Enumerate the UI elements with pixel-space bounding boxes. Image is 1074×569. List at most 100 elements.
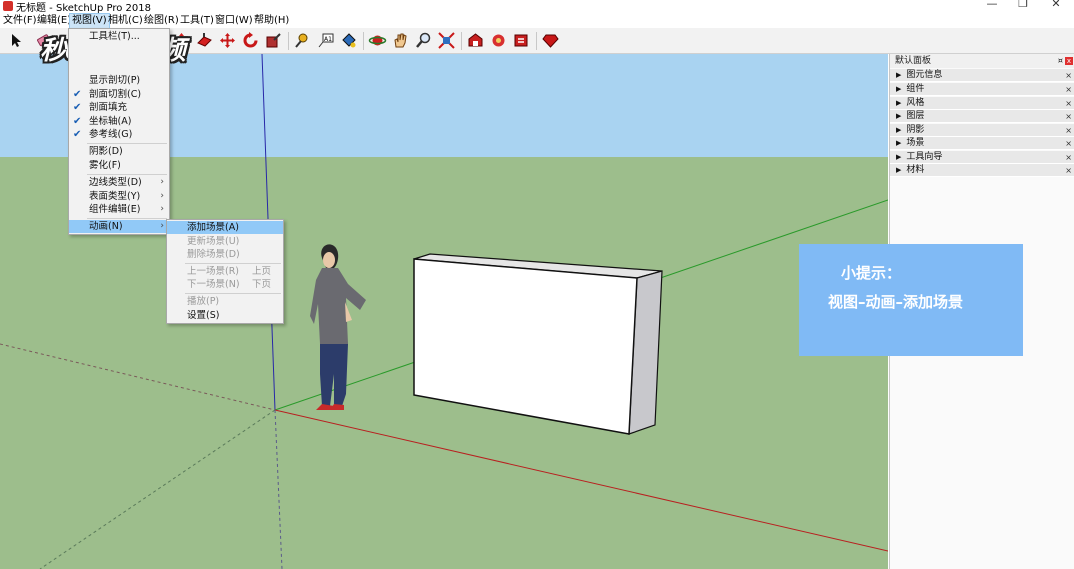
extension-warehouse-icon[interactable] xyxy=(512,31,531,50)
tray-panel-layers[interactable]: ▶ 图层 × xyxy=(890,110,1074,123)
check-icon: ✔ xyxy=(73,89,82,100)
menu-item-label: 边线类型(D) xyxy=(89,177,142,188)
menu-item-update-scene[interactable]: 更新场景(U) xyxy=(167,235,283,248)
menu-edit[interactable]: 编辑(E) xyxy=(35,14,73,28)
tray-panel-label: 图元信息 xyxy=(906,70,943,80)
menu-item-label: 上一场景(R) xyxy=(187,266,240,277)
panel-close-icon[interactable]: × xyxy=(1065,124,1072,137)
menu-item-label: 剖面切割(C) xyxy=(89,89,142,100)
menu-file[interactable]: 文件(F) xyxy=(1,14,39,28)
submenu-arrow-icon: › xyxy=(160,221,164,231)
zoom-tool-icon[interactable] xyxy=(414,31,433,50)
expand-arrow-icon: ▶ xyxy=(896,153,902,161)
select-tool-icon[interactable] xyxy=(6,31,25,50)
menu-separator xyxy=(87,143,167,144)
window-title: 无标题 - SketchUp Pro 2018 xyxy=(16,3,151,14)
menu-item-label: 更新场景(U) xyxy=(187,236,240,247)
tip-title: 小提示： xyxy=(841,264,902,282)
panel-close-icon[interactable]: × xyxy=(1065,97,1072,110)
panel-close-icon[interactable]: × xyxy=(1065,164,1072,177)
view-menu-dropdown: 工具栏(T)... 显示剖切(P) ✔ 剖面切割(C) ✔ 剖面填充 ✔ 坐标轴(A)… xyxy=(68,28,170,235)
menu-item-label: 设置(S) xyxy=(187,310,220,321)
panel-close-icon[interactable]: × xyxy=(1065,110,1072,123)
tray-panel-styles[interactable]: ▶ 风格 × xyxy=(890,97,1074,110)
menu-tools[interactable]: 工具(T) xyxy=(178,14,216,28)
check-icon: ✔ xyxy=(73,129,82,140)
title-bar: 无标题 - SketchUp Pro 2018 — ❐ ✕ xyxy=(0,0,1074,14)
warehouse-icon[interactable] xyxy=(466,31,485,50)
menu-item-shadows[interactable]: 阴影(D) xyxy=(69,145,169,158)
menu-item-edge-style[interactable]: 边线类型(D) › xyxy=(69,176,169,189)
expand-arrow-icon: ▶ xyxy=(896,166,902,174)
tray-panel-components[interactable]: ▶ 组件 × xyxy=(890,83,1074,96)
tray-title: 默认面板 xyxy=(895,56,932,66)
text-tool-icon[interactable]: A1 xyxy=(316,31,335,50)
submenu-arrow-icon: › xyxy=(160,204,164,214)
tray-panel-shadows[interactable]: ▶ 阴影 × xyxy=(890,124,1074,137)
toolbar-separator xyxy=(363,32,364,50)
pin-icon[interactable]: ¤ xyxy=(1058,54,1063,68)
menu-item-previous-scene[interactable]: 上一场景(R) 上页 xyxy=(167,265,283,278)
orbit-tool-icon[interactable] xyxy=(368,31,387,50)
check-icon: ✔ xyxy=(73,102,82,113)
tray-panel-label: 材料 xyxy=(906,165,925,175)
menu-item-label: 工具栏(T)... xyxy=(89,31,140,42)
menu-item-add-scene[interactable]: 添加场景(A) xyxy=(167,221,283,234)
menu-item-next-scene[interactable]: 下一场景(N) 下页 xyxy=(167,278,283,291)
scale-tool-icon[interactable] xyxy=(264,31,283,50)
menu-item-settings[interactable]: 设置(S) xyxy=(167,309,283,322)
move-arrows-icon[interactable] xyxy=(218,31,237,50)
tray-panel-entity-info[interactable]: ▶ 图元信息 × xyxy=(890,69,1074,82)
menu-separator xyxy=(185,263,281,264)
tray-close-icon[interactable]: x xyxy=(1065,57,1073,65)
tray-panel-scenes[interactable]: ▶ 场景 × xyxy=(890,137,1074,150)
toolbar-separator xyxy=(461,32,462,50)
menu-bar: 文件(F) 编辑(E) 视图(V) 相机(C) 绘图(R) 工具(T) 窗口(W… xyxy=(0,13,1074,29)
panel-close-icon[interactable]: × xyxy=(1065,137,1072,150)
expand-arrow-icon: ▶ xyxy=(896,71,902,79)
menu-view[interactable]: 视图(V) xyxy=(69,13,110,29)
pushpull-tool-icon[interactable] xyxy=(195,31,214,50)
menu-item-face-style[interactable]: 表面类型(Y) › xyxy=(69,190,169,203)
menu-item-delete-scene[interactable]: 删除场景(D) xyxy=(167,248,283,261)
menu-item-axes[interactable]: ✔ 坐标轴(A) xyxy=(69,115,169,128)
menu-item-play[interactable]: 播放(P) xyxy=(167,295,283,308)
menu-item-label: 动画(N) xyxy=(89,221,123,232)
share-model-icon[interactable] xyxy=(489,31,508,50)
rotate-tool-icon[interactable] xyxy=(241,31,260,50)
menu-draw[interactable]: 绘图(R) xyxy=(142,14,181,28)
menu-camera[interactable]: 相机(C) xyxy=(106,14,145,28)
zoom-extents-icon[interactable] xyxy=(437,31,456,50)
menu-item-section-planes[interactable]: 显示剖切(P) xyxy=(69,74,169,87)
menu-help[interactable]: 帮助(H) xyxy=(252,14,291,28)
menu-shortcut: 上页 xyxy=(251,266,271,277)
menu-separator xyxy=(87,174,167,175)
menu-item-label: 删除场景(D) xyxy=(187,249,240,260)
menu-item-label: 播放(P) xyxy=(187,296,220,307)
menu-item-label: 添加场景(A) xyxy=(187,222,239,233)
ruby-console-icon[interactable] xyxy=(541,31,560,50)
panel-close-icon[interactable]: × xyxy=(1065,83,1072,96)
menu-item-guides[interactable]: ✔ 参考线(G) xyxy=(69,128,169,141)
paint-bucket-icon[interactable] xyxy=(339,31,358,50)
tray-panel-materials[interactable]: ▶ 材料 × xyxy=(890,164,1074,177)
close-button[interactable]: ✕ xyxy=(1041,0,1071,12)
menu-item-section-cuts[interactable]: ✔ 剖面切割(C) xyxy=(69,88,169,101)
tape-measure-icon[interactable] xyxy=(293,31,312,50)
check-icon: ✔ xyxy=(73,116,82,127)
menu-item-fog[interactable]: 雾化(F) xyxy=(69,159,169,172)
menu-item-section-fill[interactable]: ✔ 剖面填充 xyxy=(69,101,169,114)
menu-item-animation[interactable]: 动画(N) › xyxy=(69,220,169,233)
menu-item-toolbars[interactable]: 工具栏(T)... xyxy=(69,30,169,43)
panel-close-icon[interactable]: × xyxy=(1065,69,1072,82)
menu-item-component-edit[interactable]: 组件编辑(E) › xyxy=(69,203,169,216)
tray-panel-instructor[interactable]: ▶ 工具向导 × xyxy=(890,151,1074,164)
minimize-button[interactable]: — xyxy=(977,0,1007,12)
menu-window[interactable]: 窗口(W) xyxy=(213,14,255,28)
toolbar-separator xyxy=(536,32,537,50)
tray-panel-label: 场景 xyxy=(906,138,925,148)
pan-hand-icon[interactable] xyxy=(391,31,410,50)
maximize-button[interactable]: ❐ xyxy=(1008,0,1038,12)
panel-close-icon[interactable]: × xyxy=(1065,151,1072,164)
sketchup-app-icon xyxy=(3,1,13,11)
